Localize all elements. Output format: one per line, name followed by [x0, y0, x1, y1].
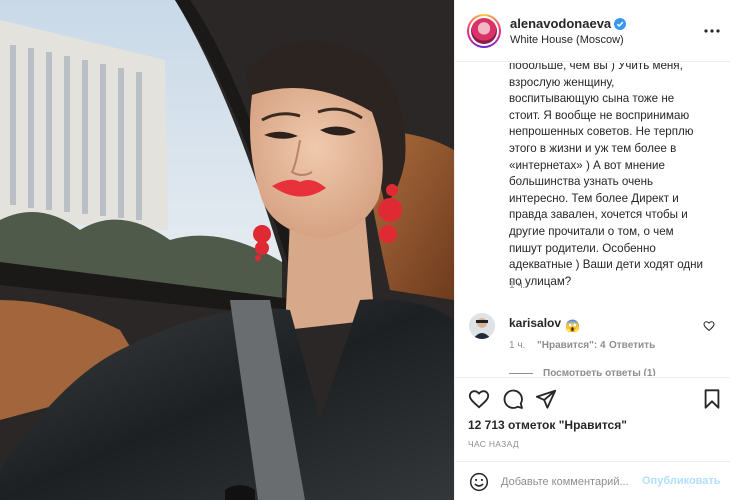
- selfie-image: [0, 0, 454, 500]
- paper-plane-icon[interactable]: [535, 388, 557, 410]
- post-photo[interactable]: [0, 0, 454, 500]
- commenter-username[interactable]: karisalov: [509, 316, 561, 330]
- post-header: alenavodonaeva White House (Moscow): [455, 0, 730, 62]
- comment-row: karisalov 😱: [509, 316, 580, 333]
- comment-text: 😱: [565, 319, 580, 333]
- comments-scroll-area[interactable]: побольше, чем вы ) Учить меня, взрослую …: [455, 63, 730, 376]
- comment-likes-count[interactable]: "Нравится": 4: [537, 340, 606, 351]
- post-caption: побольше, чем вы ) Учить меня, взрослую …: [509, 63, 704, 288]
- bookmark-icon[interactable]: [701, 388, 723, 410]
- post-actions-bar: 12 713 отметок "Нравится" ЧАС НАЗАД: [455, 377, 730, 461]
- publish-button[interactable]: Опубликовать: [642, 475, 721, 487]
- comment-timestamp: 1 ч.: [509, 340, 526, 351]
- commenter-avatar[interactable]: [469, 313, 495, 339]
- verified-badge-icon: [614, 18, 627, 33]
- comment-input[interactable]: [501, 473, 641, 491]
- heart-icon[interactable]: [468, 388, 490, 410]
- post-location[interactable]: White House (Moscow): [510, 34, 624, 46]
- view-replies-line: [509, 373, 533, 374]
- view-replies-button[interactable]: Посмотреть ответы (1): [543, 368, 656, 376]
- comment-reply-button[interactable]: Ответить: [609, 340, 655, 351]
- caption-timestamp: 1 ч.: [509, 280, 526, 291]
- likes-count[interactable]: 12 713 отметок "Нравится": [468, 418, 627, 432]
- smiley-icon[interactable]: [469, 472, 489, 492]
- author-username[interactable]: alenavodonaeva: [510, 16, 611, 31]
- author-username-row: alenavodonaeva: [510, 16, 627, 33]
- post-timestamp[interactable]: ЧАС НАЗАД: [468, 439, 519, 449]
- add-comment-bar: Опубликовать: [455, 461, 730, 500]
- more-options-icon[interactable]: [703, 22, 721, 40]
- author-avatar[interactable]: [467, 14, 501, 48]
- post-side-panel: alenavodonaeva White House (Moscow) побо…: [454, 0, 730, 500]
- comment-bubble-icon[interactable]: [502, 388, 524, 410]
- comment-heart-icon[interactable]: [703, 319, 715, 332]
